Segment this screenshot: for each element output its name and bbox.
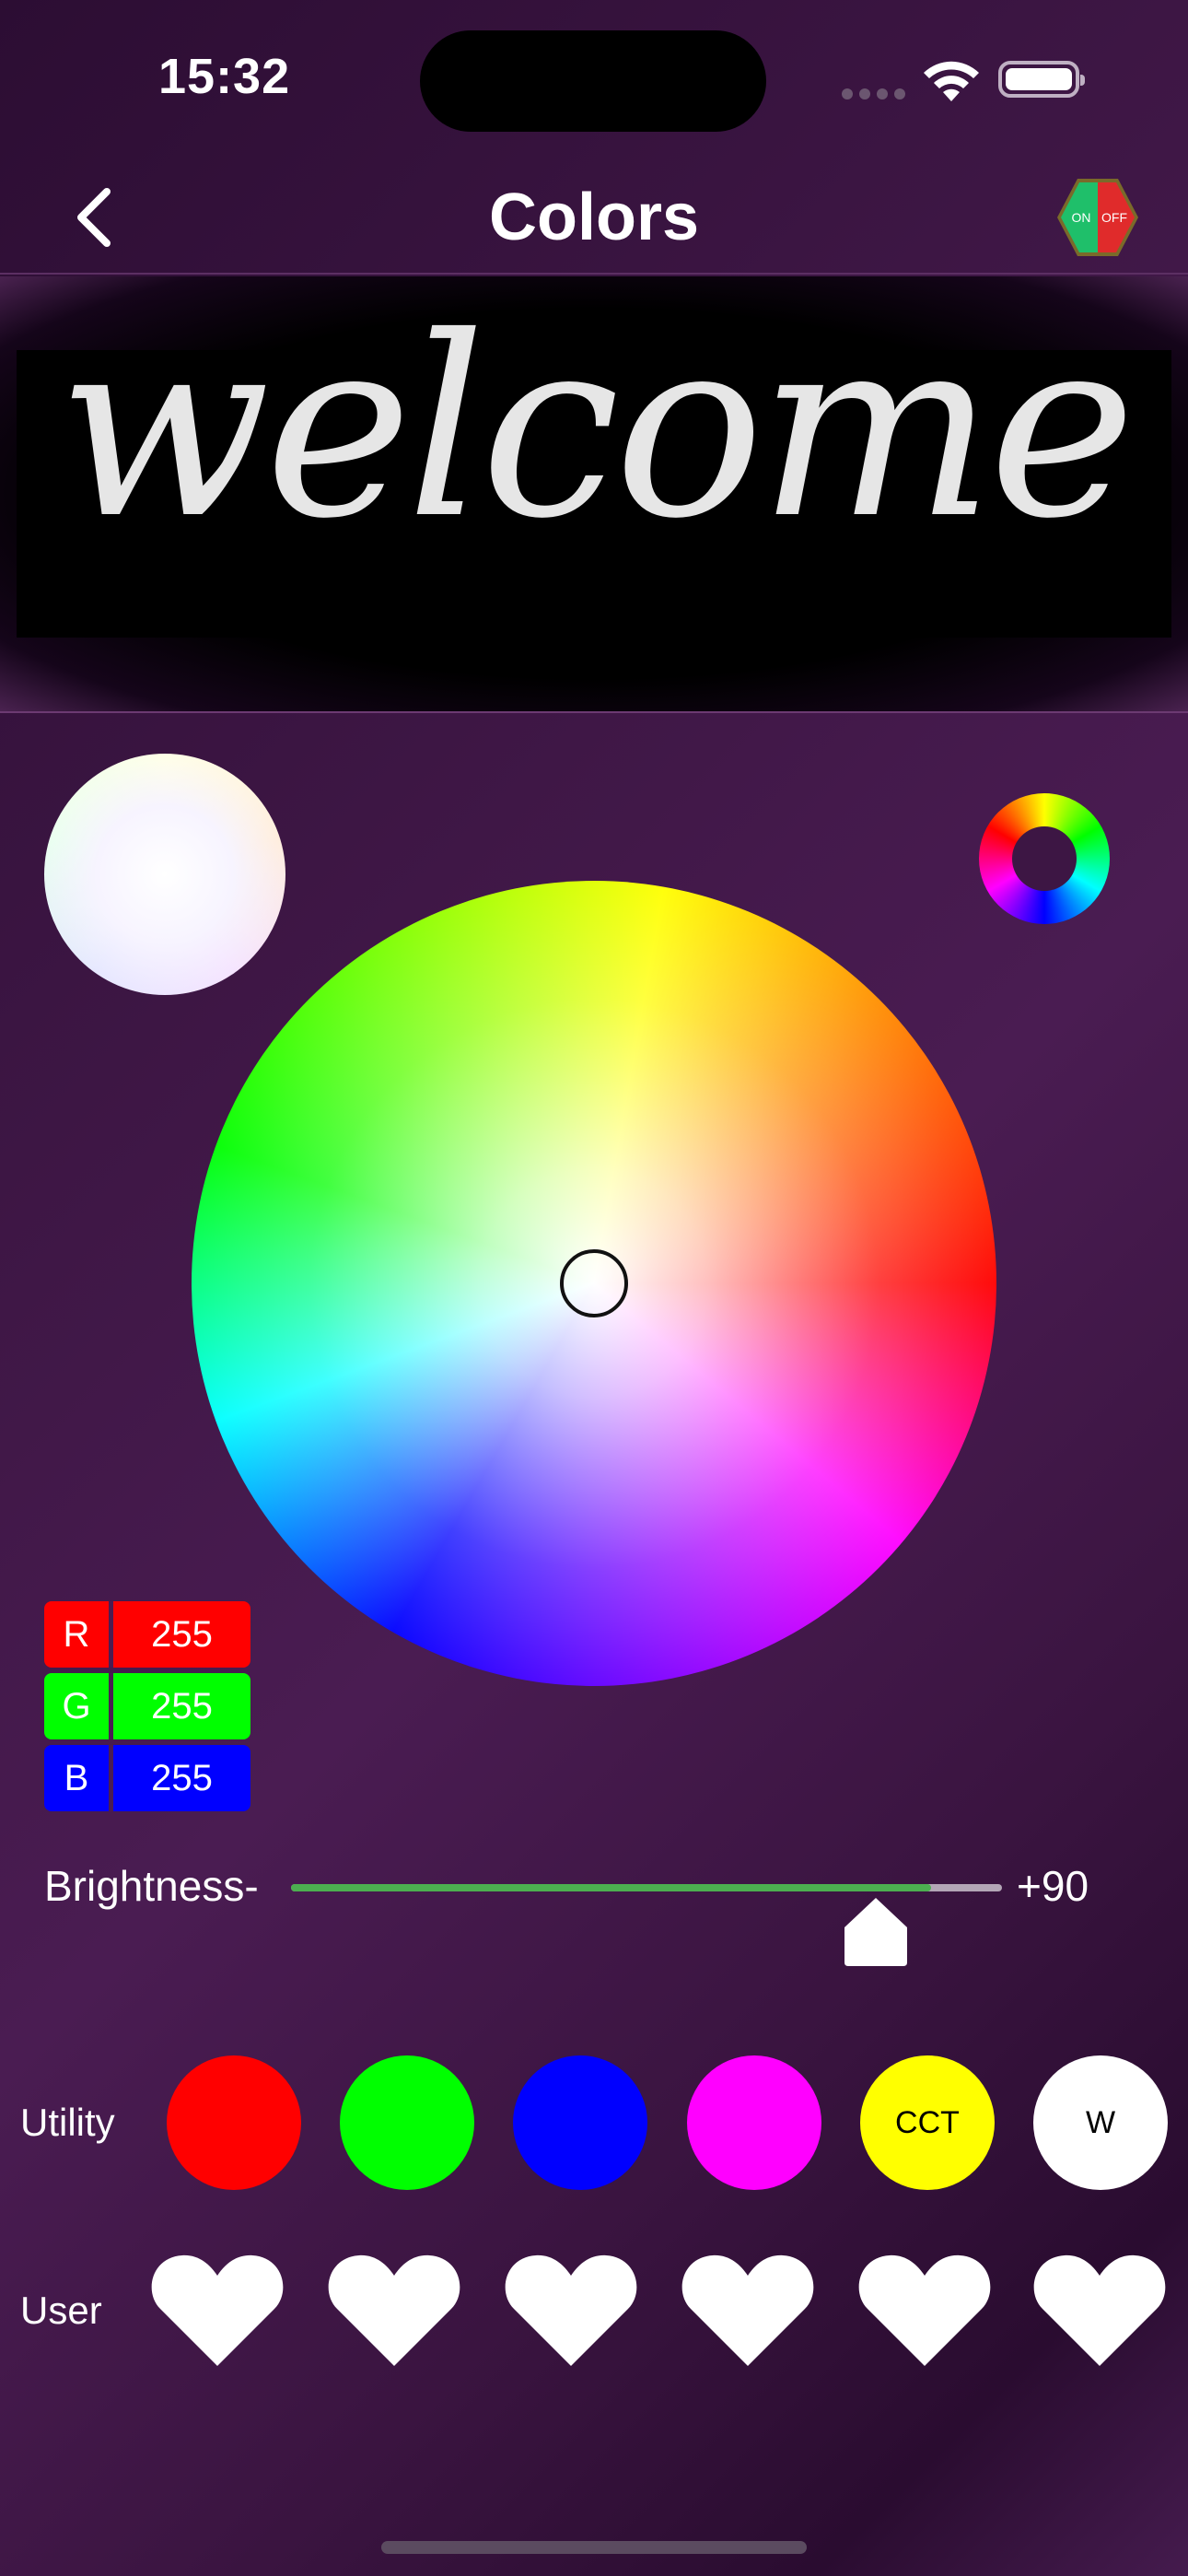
rgb-value[interactable]: 255 — [113, 1601, 250, 1668]
status-time: 15:32 — [158, 49, 291, 104]
heart-icon[interactable] — [680, 2252, 816, 2370]
brightness-label: Brightness- — [44, 1862, 259, 1910]
utility-blue-button[interactable] — [513, 2055, 647, 2190]
header-divider — [0, 273, 1188, 275]
preview-text: welcome — [57, 283, 1136, 573]
wifi-icon — [924, 61, 979, 101]
color-mode-ring-icon[interactable] — [979, 793, 1110, 924]
user-label: User — [20, 2289, 102, 2332]
heart-icon[interactable] — [326, 2252, 462, 2370]
utility-button-label: W — [1085, 2104, 1116, 2140]
utility-green-button[interactable] — [340, 2055, 474, 2190]
rgb-row-blue: B 255 — [44, 1745, 250, 1811]
utility-magenta-button[interactable] — [687, 2055, 821, 2190]
utility-white-button[interactable]: W — [1033, 2055, 1168, 2190]
power-toggle-button[interactable]: ON OFF — [1055, 175, 1140, 260]
brightness-slider-thumb[interactable] — [843, 1896, 909, 1968]
battery-icon — [998, 61, 1085, 98]
heart-icon[interactable] — [856, 2252, 993, 2370]
power-off-label: OFF — [1101, 210, 1127, 225]
heart-icon[interactable] — [1031, 2252, 1168, 2370]
utility-cct-button[interactable]: CCT — [860, 2055, 995, 2190]
page-title: Colors — [488, 181, 700, 254]
rgb-key: G — [44, 1673, 113, 1739]
rgb-value[interactable]: 255 — [113, 1745, 250, 1811]
preview-divider — [0, 711, 1188, 713]
home-indicator — [381, 2541, 807, 2554]
color-picker-handle[interactable] — [560, 1249, 628, 1317]
current-color-swatch — [44, 754, 285, 995]
rgb-row-red: R 255 — [44, 1601, 250, 1668]
utility-red-button[interactable] — [167, 2055, 301, 2190]
rgb-key: R — [44, 1601, 113, 1668]
rgb-value[interactable]: 255 — [113, 1673, 250, 1739]
brightness-slider-fill — [291, 1884, 931, 1891]
rgb-row-green: G 255 — [44, 1673, 250, 1739]
utility-button-label: CCT — [895, 2104, 960, 2140]
heart-icon[interactable] — [503, 2252, 639, 2370]
cellular-signal-icon — [842, 88, 912, 104]
utility-label: Utility — [20, 2101, 115, 2144]
rgb-key: B — [44, 1745, 113, 1811]
heart-icon[interactable] — [149, 2252, 285, 2370]
brightness-value: +90 — [1017, 1862, 1089, 1910]
power-on-label: ON — [1072, 210, 1091, 225]
dynamic-island — [420, 30, 766, 132]
